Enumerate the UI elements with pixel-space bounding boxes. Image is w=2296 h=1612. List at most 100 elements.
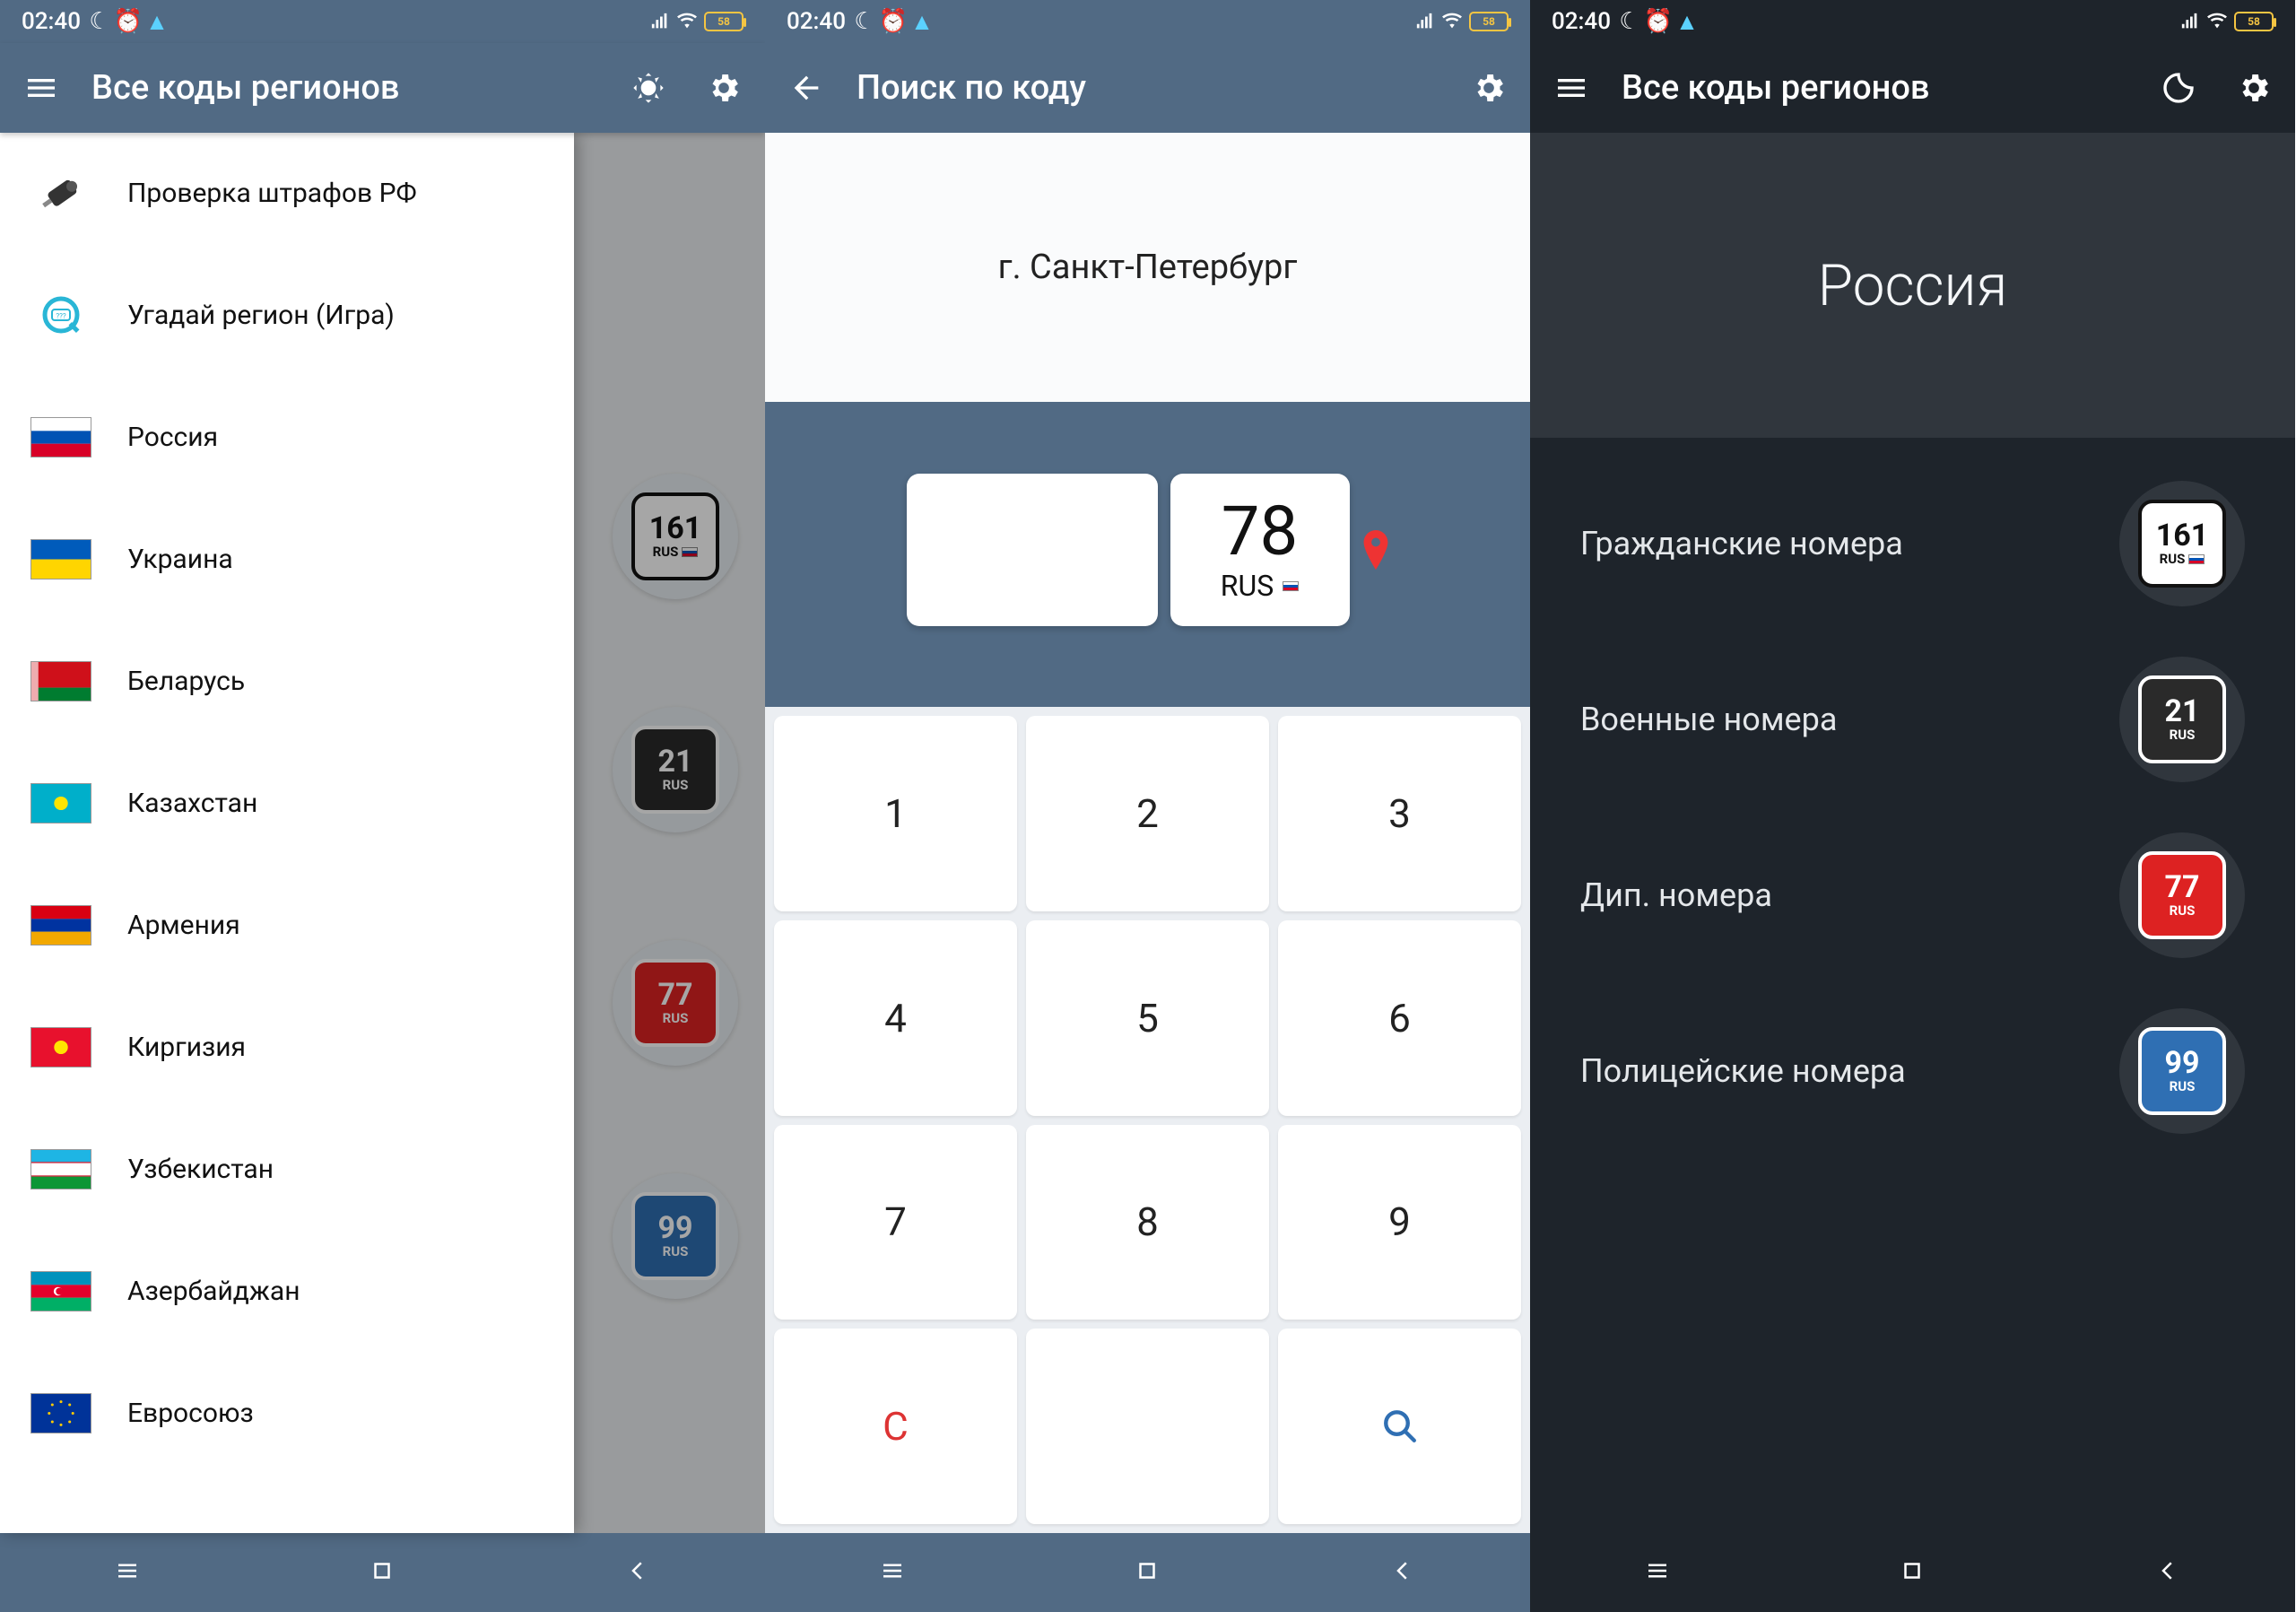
row-label: Полицейские номера: [1580, 1050, 1906, 1093]
drawer-item-label: Россия: [127, 422, 218, 453]
drawer-item-label: Угадай регион (Игра): [127, 300, 395, 331]
up-arrow-icon: ▲: [912, 12, 932, 31]
signal-icon: [650, 12, 670, 31]
row-label: Гражданские номера: [1580, 523, 1903, 565]
drawer-item-kazakhstan[interactable]: Казахстан: [0, 743, 574, 865]
key-1[interactable]: 1: [774, 716, 1017, 911]
screen1-body: 161RUS 21RUS 77RUS 99RUS Проверка штрафо…: [0, 133, 765, 1533]
plate-left-cell[interactable]: [907, 474, 1158, 626]
settings-icon[interactable]: [699, 63, 749, 113]
drawer-item-russia[interactable]: Россия: [0, 377, 574, 499]
row-diplomatic[interactable]: Дип. номера 77RUS: [1530, 807, 2295, 983]
android-navbar: [0, 1533, 765, 1612]
android-navbar: [765, 1533, 1530, 1612]
ru-flag-icon: [2188, 554, 2205, 564]
signal-icon: [1415, 12, 1435, 31]
status-bar: 02:40 ☾ ⏰ ▲ 58: [1530, 0, 2295, 43]
home-button[interactable]: [369, 1557, 396, 1588]
row-police[interactable]: Полицейские номера 99RUS: [1530, 983, 2295, 1159]
plate-badge-military: 21RUS: [2119, 657, 2245, 782]
menu-icon[interactable]: [16, 63, 66, 113]
flag-belarus-icon: [30, 661, 91, 701]
moon-icon: ☾: [855, 12, 874, 31]
ru-flag-icon: [1283, 581, 1299, 591]
row-label: Военные номера: [1580, 699, 1837, 741]
rus-label: RUS: [1221, 569, 1274, 603]
alarm-icon: ⏰: [118, 12, 138, 31]
svg-text:???: ???: [56, 312, 66, 320]
plate-code-cell[interactable]: 78 RUS: [1170, 474, 1350, 626]
row-military[interactable]: Военные номера 21RUS: [1530, 632, 2295, 807]
app-title: Поиск по коду: [857, 68, 1439, 108]
key-6[interactable]: 6: [1278, 920, 1521, 1116]
back-icon[interactable]: [781, 63, 831, 113]
battery-icon: 58: [1469, 12, 1509, 31]
battery-icon: 58: [704, 12, 744, 31]
key-clear[interactable]: C: [774, 1329, 1017, 1524]
drawer-item-belarus[interactable]: Беларусь: [0, 621, 574, 743]
recents-button[interactable]: [1644, 1557, 1671, 1588]
home-button[interactable]: [1899, 1557, 1926, 1588]
drawer-item-azerbaijan[interactable]: Азербайджан: [0, 1231, 574, 1353]
key-5[interactable]: 5: [1026, 920, 1269, 1116]
app-title: Все коды регионов: [1622, 68, 2128, 108]
drawer-item-label: Казахстан: [127, 788, 257, 819]
drawer-item-fines[interactable]: Проверка штрафов РФ: [0, 133, 574, 255]
key-search[interactable]: [1278, 1329, 1521, 1524]
drawer-item-label: Узбекистан: [127, 1154, 274, 1185]
back-button[interactable]: [1389, 1557, 1416, 1588]
plate-badge-civil: 161RUS: [2119, 481, 2245, 606]
menu-icon[interactable]: [1546, 63, 1596, 113]
up-arrow-icon: ▲: [147, 12, 167, 31]
recents-button[interactable]: [114, 1557, 141, 1588]
android-navbar: [1530, 1533, 2295, 1612]
status-time: 02:40: [1552, 8, 1611, 35]
drawer-item-armenia[interactable]: Армения: [0, 865, 574, 987]
navigation-drawer: Проверка штрафов РФ ??? Угадай регион (И…: [0, 133, 574, 1533]
back-button[interactable]: [2154, 1557, 2181, 1588]
search-result: г. Санкт-Петербург: [765, 133, 1530, 402]
status-bar: 02:40 ☾ ⏰ ▲ 58: [0, 0, 765, 43]
drawer-item-ukraine[interactable]: Украина: [0, 499, 574, 621]
screen3-body: Россия Гражданские номера 161RUS Военные…: [1530, 133, 2295, 1533]
battery-icon: 58: [2234, 12, 2274, 31]
flag-russia-icon: [30, 417, 91, 457]
screen-drawer: 02:40 ☾ ⏰ ▲ 58 Все коды регионов: [0, 0, 765, 1612]
app-bar: Все коды регионов: [1530, 43, 2295, 133]
wifi-icon: [2207, 12, 2227, 31]
home-button[interactable]: [1134, 1557, 1161, 1588]
brightness-icon[interactable]: [623, 63, 674, 113]
key-9[interactable]: 9: [1278, 1125, 1521, 1320]
settings-icon[interactable]: [1464, 63, 1514, 113]
up-arrow-icon: ▲: [1677, 12, 1697, 31]
drawer-item-label: Азербайджан: [127, 1276, 300, 1307]
keypad: 1 2 3 4 5 6 7 8 9 C: [765, 707, 1530, 1533]
drawer-item-label: Украина: [127, 544, 233, 575]
map-pin-icon[interactable]: [1362, 530, 1389, 570]
plate-badge-diplomatic: 77RUS: [2119, 832, 2245, 958]
drawer-item-game[interactable]: ??? Угадай регион (Игра): [0, 255, 574, 377]
country-name: Россия: [1818, 252, 2008, 319]
flag-eu-icon: [30, 1393, 91, 1433]
row-civil[interactable]: Гражданские номера 161RUS: [1530, 456, 2295, 632]
key-7[interactable]: 7: [774, 1125, 1017, 1320]
key-2[interactable]: 2: [1026, 716, 1269, 911]
recents-button[interactable]: [879, 1557, 906, 1588]
flag-uzbekistan-icon: [30, 1149, 91, 1189]
key-8[interactable]: 8: [1026, 1125, 1269, 1320]
drawer-item-kyrgyzstan[interactable]: Киргизия: [0, 987, 574, 1109]
drawer-item-eu[interactable]: Евросоюз: [0, 1353, 574, 1475]
settings-icon[interactable]: [2229, 63, 2279, 113]
drawer-item-label: Киргизия: [127, 1032, 246, 1063]
flag-kazakhstan-icon: [30, 783, 91, 823]
status-time: 02:40: [22, 8, 81, 35]
key-4[interactable]: 4: [774, 920, 1017, 1116]
night-mode-icon[interactable]: [2153, 63, 2204, 113]
status-time: 02:40: [787, 8, 846, 35]
screen2-body: г. Санкт-Петербург 78 RUS 1 2 3 4 5 6 7 …: [765, 133, 1530, 1533]
back-button[interactable]: [624, 1557, 651, 1588]
drawer-item-uzbekistan[interactable]: Узбекистан: [0, 1109, 574, 1231]
flag-ukraine-icon: [30, 539, 91, 579]
drawer-item-label: Проверка штрафов РФ: [127, 178, 417, 209]
key-3[interactable]: 3: [1278, 716, 1521, 911]
